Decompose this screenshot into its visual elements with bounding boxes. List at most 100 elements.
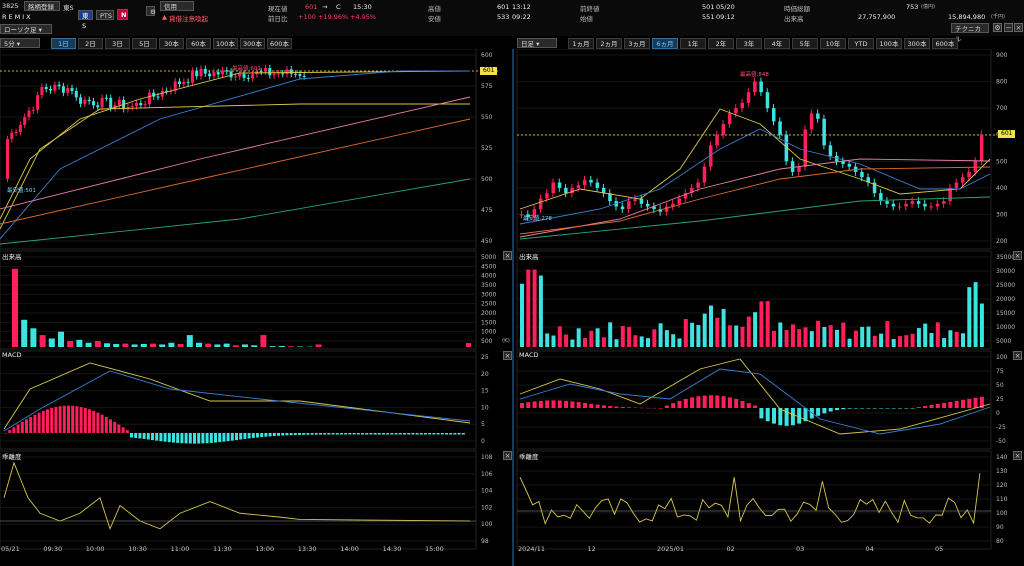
current-price-value: 601: [305, 3, 318, 11]
right-tab-6[interactable]: 3年: [736, 38, 762, 49]
close-icon[interactable]: ×: [1014, 23, 1023, 32]
right-close-volume-icon[interactable]: ×: [1013, 251, 1022, 260]
left-volume-bar: [131, 344, 138, 347]
right-close-dev-icon[interactable]: ×: [1013, 451, 1022, 460]
right-macd-bar: [671, 403, 676, 408]
left-dev-tick-4: 100: [481, 521, 493, 528]
left-interval-select[interactable]: 5分 ▾: [0, 38, 40, 48]
left-x-label-9: 14:30: [382, 545, 402, 553]
left-macd-tick-5: 0: [481, 438, 485, 445]
right-tab-0[interactable]: 1ヵ月: [568, 38, 594, 49]
left-close-volume-icon[interactable]: ×: [503, 251, 512, 260]
left-price-tick-5: 475: [481, 207, 493, 214]
left-close-macd-icon[interactable]: ×: [503, 351, 512, 360]
right-macd-bar: [551, 400, 556, 408]
left-tab-2[interactable]: 3日: [105, 38, 130, 49]
minimize-icon[interactable]: −: [1004, 23, 1013, 32]
left-tab-0[interactable]: 1日: [51, 38, 76, 49]
left-candle: [31, 109, 35, 111]
chart-canvas[interactable]: 6005755505255004754505000450040003500300…: [0, 49, 1024, 566]
right-volume-bar: [790, 324, 795, 347]
left-dev-tick-2: 104: [481, 488, 493, 495]
pts-button[interactable]: PTS: [96, 10, 114, 20]
right-tab-13[interactable]: 600本: [932, 38, 958, 49]
register-button[interactable]: 銘柄登録: [24, 1, 60, 11]
left-volume-bar: [159, 344, 166, 347]
left-candle: [27, 110, 31, 117]
right-tab-2[interactable]: 3ヵ月: [624, 38, 650, 49]
right-volume-bar: [746, 316, 751, 347]
left-ma-mid: [0, 70, 470, 240]
right-tab-3[interactable]: 6ヵ月: [652, 38, 678, 49]
left-close-dev-icon[interactable]: ×: [503, 451, 512, 460]
right-macd-bar: [620, 406, 625, 408]
left-macd-bar: [235, 433, 238, 441]
right-tab-8[interactable]: 5年: [792, 38, 818, 49]
right-tab-10[interactable]: YTD: [848, 38, 874, 49]
left-price-tick-0: 600: [481, 52, 493, 59]
right-tab-7[interactable]: 4年: [764, 38, 790, 49]
left-macd-bar: [180, 433, 184, 444]
right-macd-bar: [929, 404, 934, 408]
right-price-tick-1: 800: [996, 79, 1008, 86]
settings-icon[interactable]: ⚙: [993, 23, 1002, 32]
left-macd-bar: [25, 419, 28, 433]
left-macd-bar: [125, 430, 129, 433]
right-tab-4[interactable]: 1年: [680, 38, 706, 49]
left-tab-3[interactable]: 5日: [132, 38, 157, 49]
left-macd-bar: [209, 433, 213, 443]
right-volume-bar: [576, 328, 581, 347]
right-macd-bar: [734, 398, 739, 408]
right-macd-bar: [790, 408, 795, 426]
right-close-macd-icon[interactable]: ×: [1013, 351, 1022, 360]
right-tab-9[interactable]: 10年: [820, 38, 846, 49]
right-interval-select[interactable]: 日足 ▾: [517, 38, 557, 48]
right-dev-tick-0: 140: [996, 454, 1008, 461]
right-macd-bar: [942, 402, 947, 408]
right-macd-bar: [866, 408, 871, 409]
credit-button[interactable]: 信用: [160, 1, 194, 11]
left-tab-6[interactable]: 100本: [213, 38, 238, 49]
market-badge[interactable]: 東S: [78, 10, 93, 30]
right-macd-bar: [879, 408, 884, 409]
right-volume-bar: [557, 326, 562, 347]
right-tab-5[interactable]: 2年: [708, 38, 734, 49]
right-volume-bar: [526, 269, 531, 347]
right-volume-bar: [872, 335, 877, 347]
left-macd-bar: [461, 433, 465, 435]
right-volume-bar: [545, 333, 550, 347]
right-macd-bar: [595, 404, 600, 408]
right-candle: [942, 201, 946, 204]
left-candle: [302, 75, 306, 77]
left-macd-bar: [109, 419, 112, 433]
left-macd-bar: [298, 433, 301, 435]
right-macd-bar: [828, 408, 833, 412]
right-candle: [979, 134, 984, 162]
left-candle: [251, 74, 255, 79]
gear-icon[interactable]: ⚙: [146, 6, 156, 16]
right-macd-bar: [967, 398, 972, 408]
right-tab-12[interactable]: 300本: [904, 38, 930, 49]
left-tab-8[interactable]: 600本: [267, 38, 292, 49]
right-macd-bar: [601, 405, 606, 408]
right-tab-11[interactable]: 100本: [876, 38, 902, 49]
left-macd-bar: [361, 433, 364, 435]
left-tab-4[interactable]: 30本: [159, 38, 184, 49]
left-tab-5[interactable]: 60本: [186, 38, 211, 49]
left-tab-1[interactable]: 2日: [78, 38, 103, 49]
left-macd-bar: [130, 433, 133, 438]
left-volume-bar: [30, 328, 37, 347]
right-macd-bar: [589, 403, 594, 408]
chart-type-select[interactable]: ローソク足 ▾: [0, 24, 52, 34]
left-volume-bar: [260, 335, 267, 347]
right-candle: [961, 177, 965, 183]
left-tab-7[interactable]: 300本: [240, 38, 265, 49]
right-volume-bar: [822, 327, 827, 347]
left-candle: [281, 73, 285, 75]
news-n-icon[interactable]: N: [117, 9, 128, 20]
right-candle: [847, 163, 852, 167]
right-volume-bar: [690, 322, 695, 347]
right-candle: [916, 201, 921, 204]
right-tab-1[interactable]: 2ヵ月: [596, 38, 622, 49]
technical-button[interactable]: テクニカル: [951, 23, 989, 43]
